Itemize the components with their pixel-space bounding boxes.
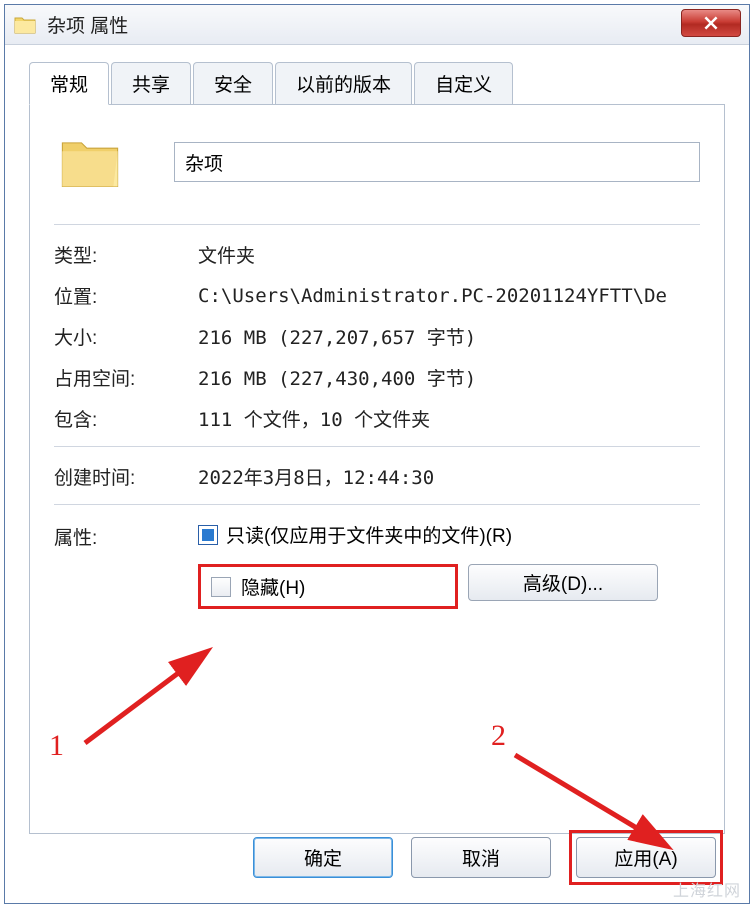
tab-label: 常规 [50, 75, 88, 96]
readonly-label: 只读(仅应用于文件夹中的文件)(R) [226, 521, 512, 548]
annotation-2: 2 [491, 719, 506, 753]
label-attributes: 属性: [54, 521, 198, 550]
properties-dialog: 杂项 属性 常规 共享 安全 以前的版本 自定义 [4, 4, 750, 904]
readonly-checkbox[interactable] [198, 525, 218, 545]
titlebar: 杂项 属性 [5, 5, 749, 45]
tab-previous-versions[interactable]: 以前的版本 [275, 62, 412, 104]
hidden-highlight-box: 隐藏(H) [198, 564, 458, 609]
close-button[interactable] [681, 9, 741, 37]
value-location: C:\Users\Administrator.PC-20201124YFTT\D… [198, 285, 700, 307]
value-created: 2022年3月8日，12:44:30 [198, 463, 700, 490]
tab-general[interactable]: 常规 [29, 62, 109, 105]
button-label: 取消 [462, 849, 500, 870]
folder-name-input[interactable] [174, 142, 700, 182]
folder-large-icon [56, 128, 124, 196]
folder-icon [13, 13, 37, 37]
annotation-1: 1 [49, 729, 64, 763]
label-created: 创建时间: [54, 463, 198, 490]
hidden-label: 隐藏(H) [241, 573, 305, 600]
general-panel: 类型: 文件夹 位置: C:\Users\Administrator.PC-20… [29, 104, 725, 834]
separator [54, 446, 700, 447]
tab-label: 自定义 [435, 75, 492, 96]
value-size-on-disk: 216 MB (227,430,400 字节) [198, 364, 700, 391]
dialog-buttons: 确定 取消 应用(A) [253, 830, 723, 885]
value-contains: 111 个文件，10 个文件夹 [198, 405, 700, 432]
cancel-button[interactable]: 取消 [411, 837, 551, 878]
button-label: 高级(D)... [523, 574, 603, 595]
hidden-checkbox[interactable] [211, 577, 231, 597]
dialog-content: 常规 共享 安全 以前的版本 自定义 类型: 文件夹 位置: [5, 45, 749, 850]
tab-share[interactable]: 共享 [111, 62, 191, 104]
label-location: 位置: [54, 282, 198, 309]
close-icon [702, 14, 720, 32]
apply-button[interactable]: 应用(A) [576, 837, 716, 878]
separator [54, 504, 700, 505]
watermark: 上海红网 [673, 877, 741, 901]
value-size: 216 MB (227,207,657 字节) [198, 323, 700, 350]
window-title: 杂项 属性 [47, 11, 128, 38]
button-label: 应用(A) [614, 849, 677, 870]
label-size: 大小: [54, 323, 198, 350]
button-label: 确定 [304, 849, 342, 870]
value-type: 文件夹 [198, 241, 700, 268]
tab-label: 安全 [214, 75, 252, 96]
ok-button[interactable]: 确定 [253, 837, 393, 878]
separator [54, 224, 700, 225]
tab-security[interactable]: 安全 [193, 62, 273, 104]
advanced-button[interactable]: 高级(D)... [468, 564, 658, 601]
tab-label: 以前的版本 [296, 75, 391, 96]
readonly-row: 只读(仅应用于文件夹中的文件)(R) [198, 521, 658, 548]
label-type: 类型: [54, 241, 198, 268]
label-contains: 包含: [54, 405, 198, 432]
tab-label: 共享 [132, 75, 170, 96]
label-size-on-disk: 占用空间: [54, 364, 198, 391]
tabs: 常规 共享 安全 以前的版本 自定义 [29, 62, 725, 105]
tab-customize[interactable]: 自定义 [414, 62, 513, 104]
